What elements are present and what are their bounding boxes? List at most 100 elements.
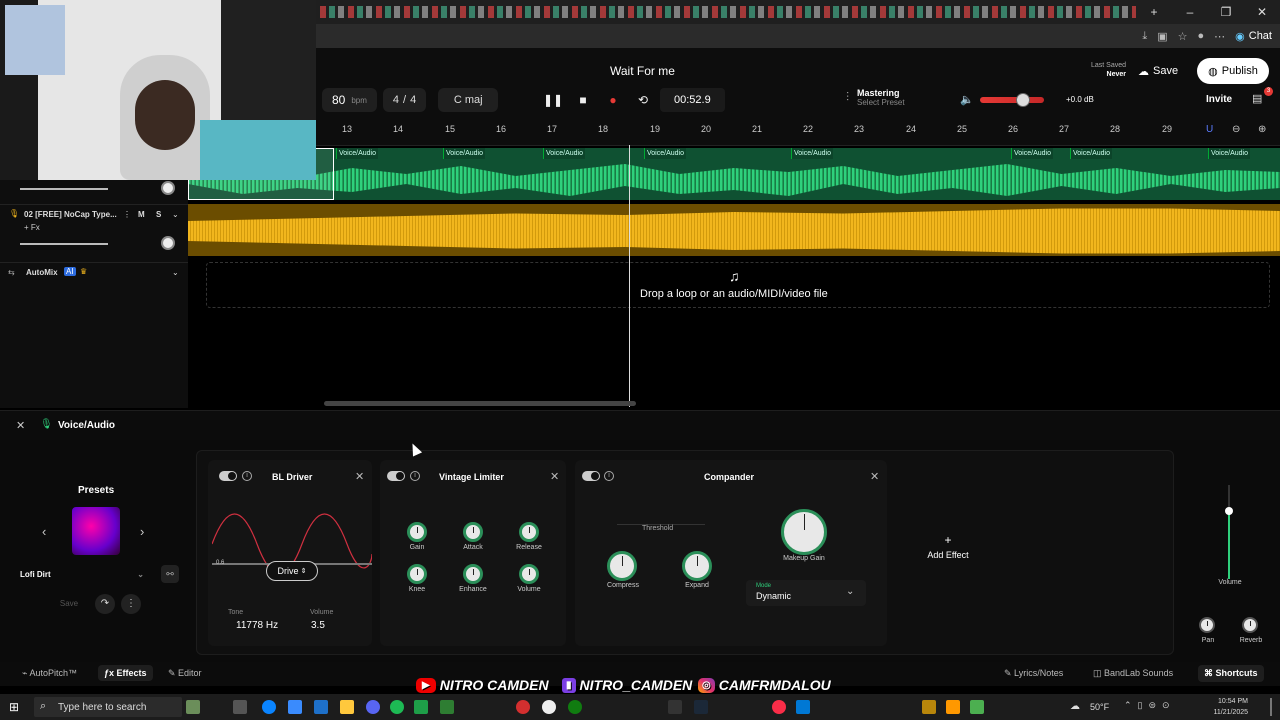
copilot-icon[interactable]	[288, 700, 302, 714]
close-window-icon[interactable]: ✕	[1244, 5, 1280, 19]
release-knob[interactable]	[519, 522, 539, 542]
info-icon[interactable]: i	[242, 471, 252, 481]
minimize-icon[interactable]: –	[1172, 5, 1208, 19]
automix-expand-icon[interactable]: ⌄	[172, 268, 179, 277]
track-2-mute-button[interactable]: M	[138, 210, 145, 219]
loop-button[interactable]: ⟲	[630, 88, 656, 112]
windows-start-icon[interactable]: ⊞	[9, 700, 19, 714]
tiktok-icon[interactable]	[668, 700, 682, 714]
new-tab-icon[interactable]: +	[1136, 5, 1172, 19]
maximize-icon[interactable]: ❐	[1208, 5, 1244, 19]
bl-driver-toggle[interactable]	[219, 471, 237, 481]
volume-knob[interactable]	[519, 564, 539, 584]
preset-save-button[interactable]: Save	[50, 595, 88, 613]
tone-value[interactable]: 11778 Hz	[236, 620, 278, 631]
track-2-add-fx[interactable]: + Fx	[24, 223, 40, 232]
xbox-app-icon[interactable]	[568, 700, 582, 714]
track-2-menu-icon[interactable]: ⋮	[123, 210, 131, 219]
tab-editor[interactable]: ✎ Editor	[168, 668, 202, 679]
compress-knob[interactable]	[607, 551, 637, 581]
attack-knob[interactable]	[463, 522, 483, 542]
clip-label[interactable]: Voice/Audio	[644, 148, 686, 159]
clip-label[interactable]: Voice/Audio	[336, 148, 378, 159]
github-icon[interactable]	[542, 700, 556, 714]
compander-toggle[interactable]	[582, 471, 600, 481]
song-title[interactable]: Wait For me	[610, 64, 675, 78]
close-effect-icon[interactable]: ✕	[870, 470, 879, 483]
bpm-display[interactable]: 80 bpm	[322, 88, 377, 112]
mute-speaker-icon[interactable]: 🔈	[960, 93, 974, 106]
track-2-pan-knob[interactable]	[161, 236, 175, 250]
info-icon[interactable]: i	[604, 471, 614, 481]
key-selector[interactable]: C maj	[438, 88, 499, 112]
makeup-gain-knob[interactable]	[781, 509, 827, 555]
weather-temp[interactable]: 50°F	[1090, 702, 1109, 712]
task-view-icon[interactable]	[233, 700, 247, 714]
playhead[interactable]	[629, 145, 630, 407]
app-r-icon[interactable]	[922, 700, 936, 714]
preset-settings-icon[interactable]: ⚯	[161, 565, 179, 583]
bookmark-icon[interactable]: ☆	[1178, 30, 1188, 43]
browser-tabs[interactable]	[320, 6, 1136, 18]
track-2-expand-icon[interactable]: ⌄	[172, 210, 179, 219]
chat-button[interactable]: ◉ Chat	[1235, 30, 1272, 43]
minecraft-icon[interactable]	[440, 700, 454, 714]
track-2-lane[interactable]	[188, 204, 1280, 256]
extension-icon[interactable]: ▣	[1157, 30, 1167, 43]
tab-lyrics[interactable]: ✎ Lyrics/Notes	[1004, 668, 1063, 679]
outlook-icon[interactable]	[314, 700, 328, 714]
music-app-icon[interactable]	[772, 700, 786, 714]
clip-label[interactable]: Voice/Audio	[1070, 148, 1112, 159]
tab-effects[interactable]: ƒx Effects	[98, 665, 153, 681]
widget-icon[interactable]	[186, 700, 200, 714]
track-2-solo-button[interactable]: S	[156, 210, 161, 219]
track-2-volume-slider[interactable]	[20, 243, 108, 245]
app-v-icon[interactable]	[970, 700, 984, 714]
profile-icon[interactable]: ●	[1197, 30, 1204, 42]
drive-selector[interactable]: Drive ⇕	[266, 561, 318, 581]
clip-label[interactable]: Voice/Audio	[1011, 148, 1053, 159]
track-1-lane[interactable]: Voice/Audio Voice/Audio Voice/Audio Voic…	[188, 148, 1280, 200]
close-fx-icon[interactable]: ✕	[16, 419, 25, 432]
preset-artwork[interactable]	[72, 507, 120, 555]
clip-label[interactable]: Voice/Audio	[443, 148, 485, 159]
app-a-icon[interactable]	[946, 700, 960, 714]
invite-button[interactable]: Invite	[1206, 94, 1232, 105]
time-signature[interactable]: 4 / 4	[382, 88, 427, 112]
knee-knob[interactable]	[407, 564, 427, 584]
clip-label[interactable]: Voice/Audio	[1208, 148, 1250, 159]
taskbar-search[interactable]: ⌕ Type here to search	[34, 697, 182, 717]
app-icon[interactable]	[516, 700, 530, 714]
expand-knob[interactable]	[682, 551, 712, 581]
track-2-header[interactable]: 🎙 02 [FREE] NoCap Type... ⋮ M S ⌄ + Fx	[0, 204, 188, 260]
track-volume-fader[interactable]	[1225, 485, 1233, 579]
steam-icon[interactable]	[694, 700, 708, 714]
mode-dropdown[interactable]: Mode Dynamic ⌄	[746, 580, 866, 606]
clip-label[interactable]: Voice/Audio	[791, 148, 833, 159]
publish-button[interactable]: ◍ Publish	[1197, 58, 1269, 84]
timeline-ruler[interactable]: 13 14 15 16 17 18 19 20 21 22 23 24 25 2…	[316, 120, 1280, 146]
spotify-icon[interactable]	[390, 700, 404, 714]
horizontal-scrollbar[interactable]	[324, 401, 636, 406]
close-effect-icon[interactable]: ✕	[550, 470, 559, 483]
taskbar-clock[interactable]: 10:54 PM 11/21/2025	[1206, 696, 1248, 718]
next-preset-icon[interactable]: ›	[140, 524, 144, 539]
magnet-icon[interactable]: U	[1206, 124, 1213, 135]
discord-icon[interactable]	[366, 700, 380, 714]
volume-handle[interactable]	[1225, 507, 1233, 515]
info-icon[interactable]: i	[410, 471, 420, 481]
redo-icon[interactable]: ↷	[95, 594, 115, 614]
record-button[interactable]: ●	[600, 88, 626, 112]
track-1-header[interactable]	[0, 180, 188, 204]
volume-value[interactable]: 3.5	[311, 620, 325, 631]
preset-dropdown[interactable]: Lofi Dirt ⌄	[12, 565, 152, 583]
mastering-selector[interactable]: ⫶ Mastering Select Preset	[846, 88, 905, 107]
save-button[interactable]: ☁ Save	[1132, 60, 1184, 82]
weather-icon[interactable]: ☁	[1070, 701, 1080, 712]
track-2-name[interactable]: 02 [FREE] NoCap Type...	[24, 210, 117, 219]
track-1-pan-knob[interactable]	[161, 181, 175, 195]
mail-icon[interactable]	[796, 700, 810, 714]
master-volume-handle[interactable]	[1016, 93, 1030, 107]
automix-header[interactable]: ⇆ AutoMix AI ♛ ⌄	[0, 262, 188, 284]
pan-knob[interactable]	[1199, 617, 1215, 633]
